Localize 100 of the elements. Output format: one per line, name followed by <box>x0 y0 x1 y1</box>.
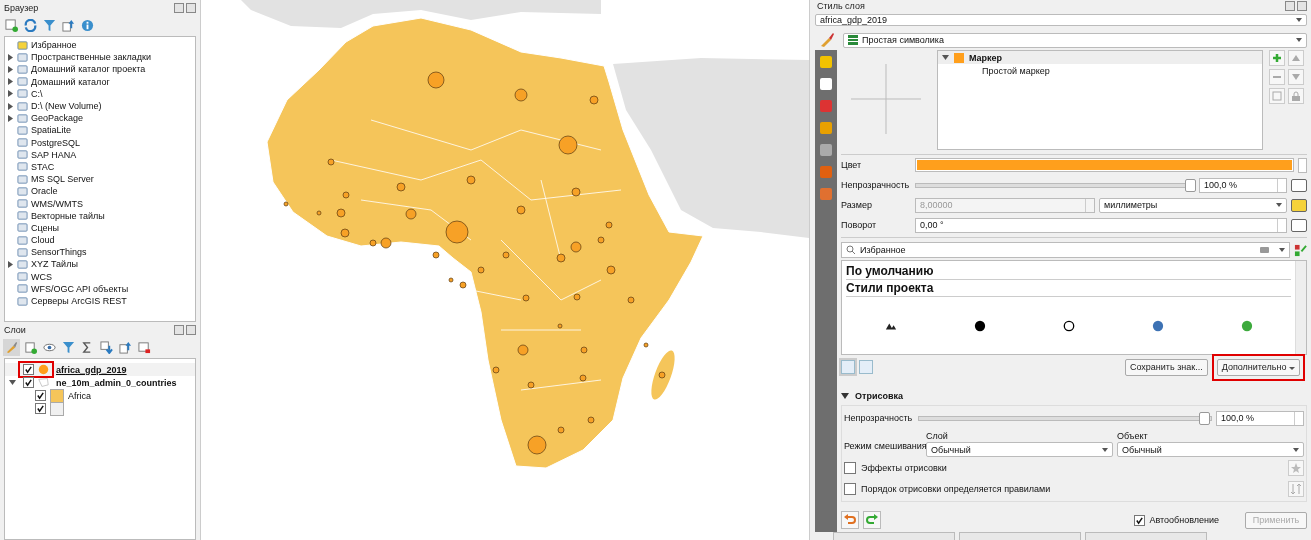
browser-item[interactable]: Избранное <box>5 39 195 52</box>
style-tab-icon[interactable] <box>820 78 832 90</box>
dropdown-icon[interactable] <box>1298 157 1307 173</box>
float-icon[interactable] <box>174 3 184 13</box>
bottom-tab[interactable] <box>1085 532 1207 540</box>
dot-symbol-icon[interactable] <box>1151 320 1164 332</box>
expand-arrow-icon[interactable] <box>942 54 949 61</box>
data-source-icon <box>17 63 28 75</box>
expand-arrow-icon[interactable] <box>8 260 13 268</box>
layer-dropdown[interactable]: africa_gdp_2019 <box>815 13 1307 26</box>
dot-symbol-icon[interactable] <box>1240 320 1253 332</box>
remove-layer-icon[interactable] <box>138 340 151 354</box>
browser-item[interactable]: Серверы ArcGIS REST <box>5 294 195 308</box>
browser-item[interactable]: SAP HANA <box>5 148 195 161</box>
browser-item[interactable]: MS SQL Server <box>5 173 195 186</box>
layer-checkbox[interactable] <box>23 364 34 375</box>
bottom-tab[interactable] <box>959 532 1081 540</box>
info-icon[interactable] <box>81 18 94 32</box>
browser-item[interactable]: WFS/OGC API объекты <box>5 282 195 295</box>
layer-name[interactable]: ne_10m_admin_0_countries <box>56 377 177 388</box>
close-icon[interactable] <box>1297 1 1307 12</box>
ring-symbol-icon[interactable] <box>1062 320 1075 332</box>
undo-icon[interactable] <box>841 511 859 529</box>
color-button[interactable] <box>915 158 1294 172</box>
opacity-field[interactable]: 100,0 % <box>1199 177 1287 193</box>
section-header[interactable]: Отрисовка <box>841 387 1307 405</box>
paintbrush-icon[interactable] <box>819 32 835 48</box>
checkbox[interactable] <box>844 483 856 495</box>
layer-checkbox[interactable] <box>23 377 34 388</box>
checkbox-label: Автообновление <box>1149 515 1219 525</box>
rotation-field[interactable]: 0,00 ° <box>915 217 1287 233</box>
browser-item[interactable]: SensorThings <box>5 246 195 259</box>
field-label: Слой <box>926 431 949 442</box>
data-defined-icon[interactable] <box>1291 198 1307 212</box>
style-manager-icon[interactable] <box>1294 243 1307 257</box>
sort-icon[interactable] <box>1288 481 1304 497</box>
search-field[interactable]: Избранное <box>841 242 1290 258</box>
browser-item[interactable]: GeoPackage <box>5 112 195 125</box>
expand-all-icon[interactable] <box>100 340 113 354</box>
browser-item[interactable]: Cloud <box>5 234 195 247</box>
icon-view-icon[interactable] <box>841 360 855 374</box>
refresh-icon[interactable] <box>24 18 37 32</box>
close-icon[interactable] <box>186 3 196 13</box>
renderer-dropdown[interactable]: Простая символика <box>843 32 1307 48</box>
browser-item[interactable]: D:\ (New Volume) <box>5 99 195 113</box>
style-tab-icon[interactable] <box>820 144 832 156</box>
legend-checkbox[interactable] <box>35 390 46 401</box>
list-view-icon[interactable] <box>859 360 873 374</box>
scrollbar[interactable] <box>1295 261 1306 354</box>
browser-item[interactable]: Пространственные закладки <box>5 51 195 64</box>
browser-item[interactable]: PostgreSQL <box>5 136 195 149</box>
opacity-field[interactable]: 100,0 % <box>1216 410 1304 426</box>
redo-icon[interactable] <box>863 511 881 529</box>
lock-icon[interactable] <box>1288 88 1304 104</box>
save-symbol-button[interactable]: Сохранить знак... <box>1124 358 1208 376</box>
float-icon[interactable] <box>1285 1 1295 12</box>
symbol-tree-item[interactable]: Простой маркер <box>938 64 1262 77</box>
data-source-icon <box>17 39 28 51</box>
legend-checkbox[interactable] <box>35 403 46 414</box>
data-defined-icon[interactable] <box>1291 218 1307 232</box>
browser-item[interactable]: Сцены <box>5 221 195 234</box>
expand-arrow-icon[interactable] <box>9 379 16 386</box>
browser-item[interactable]: Домашний каталог проекта <box>5 63 195 76</box>
filter-icon[interactable] <box>43 18 56 32</box>
filter-icon[interactable] <box>62 340 75 354</box>
layer-blend-dropdown[interactable]: Обычный <box>926 442 1113 457</box>
dot-symbol-icon[interactable] <box>973 320 986 332</box>
move-up-icon[interactable] <box>1288 50 1304 66</box>
data-source-icon <box>17 283 28 295</box>
style-tab-icon[interactable] <box>820 122 832 134</box>
object-blend-dropdown[interactable]: Обычный <box>1117 442 1304 457</box>
browser-item[interactable]: Домашний каталог <box>5 75 195 88</box>
remove-icon[interactable] <box>1269 69 1285 85</box>
bottom-tab[interactable] <box>833 532 955 540</box>
close-icon[interactable] <box>186 325 196 335</box>
add-icon[interactable] <box>1269 50 1285 66</box>
checkbox[interactable] <box>844 462 856 474</box>
data-defined-icon[interactable] <box>1291 178 1307 192</box>
browser-item[interactable]: SpatiaLite <box>5 124 195 137</box>
collapse-arrow-icon[interactable] <box>841 393 849 399</box>
move-down-icon[interactable] <box>1288 69 1304 85</box>
style-tab-icon[interactable] <box>820 56 832 68</box>
symbol-tree-item[interactable]: Маркер <box>938 51 1262 64</box>
checkbox[interactable] <box>1134 514 1146 526</box>
collapse-all-icon[interactable] <box>119 340 132 354</box>
browser-item[interactable]: C:\ <box>5 87 195 100</box>
float-icon[interactable] <box>174 325 184 335</box>
more-button[interactable]: Дополнительно <box>1216 358 1300 376</box>
add-icon[interactable] <box>5 18 18 32</box>
data-source-icon <box>17 124 28 136</box>
browser-item[interactable]: STAC <box>5 160 195 174</box>
paintbrush-icon[interactable] <box>5 340 18 354</box>
browser-item[interactable]: WMS/WMTS <box>5 197 195 210</box>
star-icon[interactable] <box>1288 460 1304 476</box>
browser-item[interactable]: Oracle <box>5 185 195 198</box>
add-group-icon[interactable] <box>24 340 37 354</box>
browser-item[interactable]: XYZ Тайлы <box>5 258 195 271</box>
browser-item[interactable]: WCS <box>5 270 195 283</box>
collapse-icon[interactable] <box>62 18 75 32</box>
browser-item[interactable]: Векторные тайлы <box>5 209 195 222</box>
